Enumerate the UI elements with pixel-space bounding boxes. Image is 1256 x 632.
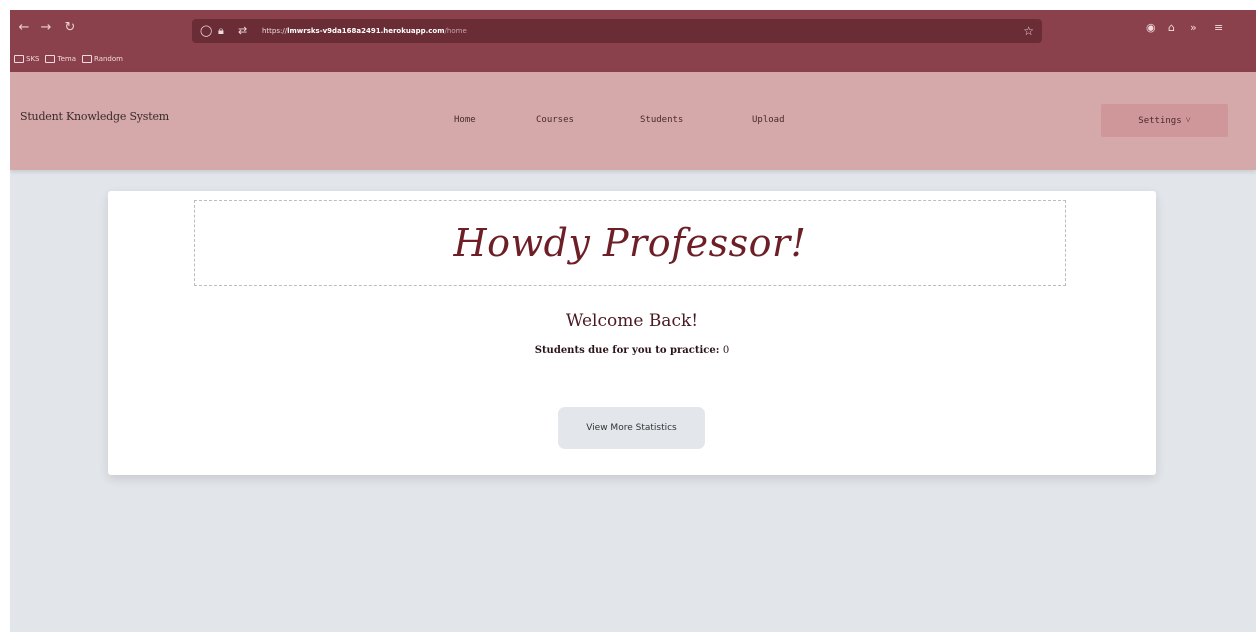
url-bar[interactable]: ◯ 🔒︎ ⇄ https://lmwrsks-v9da168a2491.hero… — [192, 19, 1042, 43]
brand-title[interactable]: Student Knowledge System — [20, 110, 169, 123]
view-more-statistics-button[interactable]: View More Statistics — [558, 407, 705, 449]
nav-upload[interactable]: Upload — [752, 115, 785, 125]
welcome-heading: Welcome Back! — [565, 311, 699, 331]
students-due-count: 0 — [722, 345, 730, 356]
students-due-label: Students due for you to practice: — [534, 345, 720, 356]
url-scheme: https:// — [262, 27, 288, 35]
nav-courses[interactable]: Courses — [536, 115, 640, 125]
main-nav: Home Courses Students Upload — [454, 115, 785, 125]
app-header: Student Knowledge System Home Courses St… — [10, 72, 1256, 170]
overflow-chevron-icon[interactable]: » — [1190, 20, 1197, 36]
nav-home[interactable]: Home — [454, 115, 536, 125]
url-host: lmwrsks-v9da168a2491.herokuapp.com — [287, 27, 445, 35]
bookmark-folder-sks[interactable]: SKS — [14, 52, 39, 66]
folder-icon — [14, 55, 24, 63]
shield-icon[interactable]: ◯ — [200, 23, 212, 39]
welcome-card: Howdy Professor! Welcome Back! Students … — [108, 191, 1156, 475]
menu-icon[interactable]: ≡ — [1214, 20, 1223, 36]
account-icon[interactable]: ◉ — [1146, 20, 1156, 36]
bookmark-folder-random[interactable]: Random — [82, 52, 123, 66]
back-arrow-icon[interactable]: ← — [16, 20, 32, 36]
site-permissions-icon[interactable]: ⇄ — [238, 23, 247, 39]
bookmark-label: Random — [94, 55, 123, 63]
reload-icon[interactable]: ↻ — [62, 20, 78, 36]
forward-arrow-icon[interactable]: → — [38, 20, 54, 36]
folder-icon — [45, 55, 56, 63]
settings-label: Settings — [1138, 115, 1182, 126]
settings-dropdown-button[interactable]: Settings ˅ — [1101, 104, 1228, 137]
extensions-icon[interactable]: ⌂ — [1168, 20, 1175, 36]
url-path: /home — [444, 27, 467, 35]
browser-chrome: ← → ↻ ◯ 🔒︎ ⇄ https://lmwrsks-v9da168a249… — [10, 10, 1256, 72]
students-due-line: Students due for you to practice: 0 — [108, 345, 1156, 356]
lock-icon[interactable]: 🔒︎ — [218, 23, 224, 39]
url-text[interactable]: https://lmwrsks-v9da168a2491.herokuapp.c… — [262, 24, 467, 38]
bookmark-folder-tema[interactable]: Tema — [45, 52, 76, 66]
greeting-banner: Howdy Professor! — [194, 200, 1066, 286]
bookmark-label: SKS — [26, 55, 40, 63]
chevron-down-icon: ˅ — [1185, 116, 1191, 126]
nav-students[interactable]: Students — [640, 115, 752, 125]
browser-window: ← → ↻ ◯ 🔒︎ ⇄ https://lmwrsks-v9da168a249… — [10, 10, 1256, 632]
folder-icon — [82, 55, 92, 63]
bookmarks-bar: SKS Tema Random — [14, 52, 123, 66]
bookmark-star-icon[interactable]: ☆ — [1023, 23, 1034, 39]
greeting-text: Howdy Professor! — [453, 221, 807, 265]
bookmark-label: Tema — [57, 55, 76, 63]
